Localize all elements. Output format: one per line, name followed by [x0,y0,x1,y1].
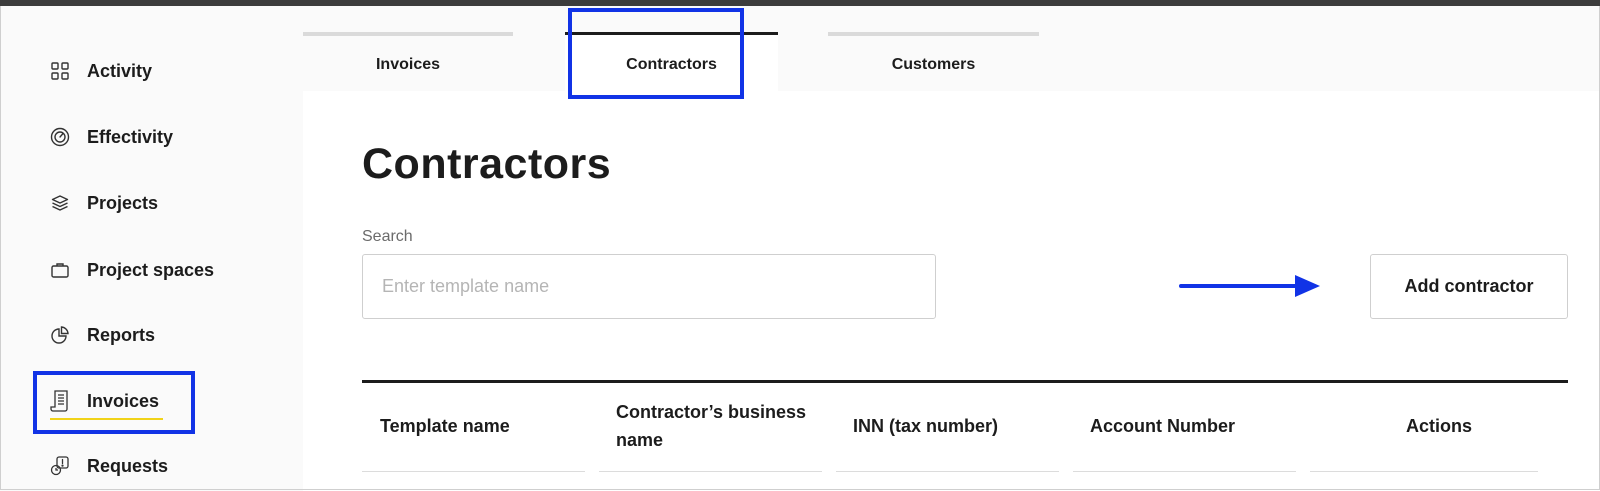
window-frame [0,6,1600,490]
